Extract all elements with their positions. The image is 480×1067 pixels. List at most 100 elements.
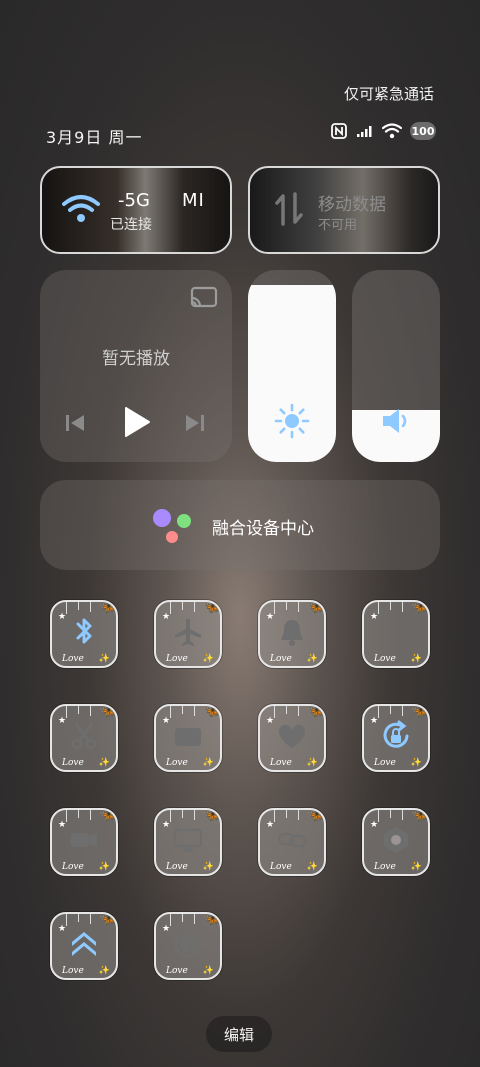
love-deco-text: Love <box>374 654 396 664</box>
butterfly-deco-icon: 🦋 <box>99 808 117 823</box>
star-deco-icon: ★ <box>162 612 171 622</box>
sparkle-deco-icon: ✨ <box>306 758 318 768</box>
toggle-tile-screen-record[interactable]: ★ 🦋 Love ✨ <box>154 704 222 772</box>
device-center-icon <box>153 509 191 543</box>
butterfly-deco-icon: 🦋 <box>411 600 429 615</box>
bluetooth-icon <box>76 618 92 644</box>
wifi-card[interactable]: -5G MI 已连接 <box>40 166 232 254</box>
device-center-card[interactable]: 融合设备中心 <box>40 480 440 570</box>
toggle-tile-video-camera[interactable]: ★ 🦋 Love ✨ <box>50 808 118 876</box>
brightness-slider[interactable] <box>248 270 336 462</box>
star-deco-icon: ★ <box>266 820 275 830</box>
toggle-tile-chevrons-up[interactable]: ★ 🦋 Love ✨ <box>50 912 118 980</box>
scissors-icon <box>71 723 97 750</box>
wifi-status: 已连接 <box>110 217 152 233</box>
edit-button[interactable]: 编辑 <box>206 1016 272 1052</box>
previous-track-icon[interactable] <box>64 412 86 434</box>
sparkle-deco-icon: ✨ <box>306 862 318 872</box>
love-deco-text: Love <box>62 862 84 872</box>
wifi-ssid-extra: MI <box>182 190 205 211</box>
hexagon-settings-icon <box>384 827 408 853</box>
love-deco-text: Love <box>166 758 188 768</box>
butterfly-deco-icon: 🦋 <box>411 808 429 823</box>
love-deco-text: Love <box>374 862 396 872</box>
star-deco-icon: ★ <box>266 612 275 622</box>
toggle-tile-bell[interactable]: ★ 🦋 Love ✨ <box>258 600 326 668</box>
toggle-tile-link[interactable]: ★ 🦋 Love ✨ <box>258 808 326 876</box>
wifi-ssid: -5G <box>118 190 150 211</box>
toggle-tile-hexagon-settings[interactable]: ★ 🦋 Love ✨ <box>362 808 430 876</box>
toggle-tile-rotation-lock[interactable]: ★ 🦋 Love ✨ <box>362 704 430 772</box>
sparkle-deco-icon: ✨ <box>98 758 110 768</box>
sparkle-deco-icon: ✨ <box>202 862 214 872</box>
butterfly-deco-icon: 🦋 <box>307 600 325 615</box>
star-deco-icon: ★ <box>58 716 67 726</box>
butterfly-deco-icon: 🦋 <box>99 912 117 927</box>
love-deco-text: Love <box>166 862 188 872</box>
mobile-data-title: 移动数据 <box>318 195 386 215</box>
sparkle-deco-icon: ✨ <box>410 758 422 768</box>
speaker-icon <box>383 409 407 433</box>
toggle-tile-screen-cast[interactable]: ★ 🦋 Love ✨ <box>154 808 222 876</box>
star-deco-icon: ★ <box>58 924 67 934</box>
chevrons-up-icon <box>72 932 96 956</box>
butterfly-deco-icon: 🦋 <box>307 704 325 719</box>
star-deco-icon: ★ <box>266 716 275 726</box>
play-icon[interactable] <box>122 406 152 438</box>
mobile-data-status: 不可用 <box>318 218 358 233</box>
sparkle-deco-icon: ✨ <box>98 862 110 872</box>
star-deco-icon: ★ <box>58 612 67 622</box>
now-playing-text: 暂无播放 <box>102 349 170 369</box>
sparkle-deco-icon: ✨ <box>98 966 110 976</box>
toggle-tile-dark-mode[interactable]: ★ 🦋 Love ✨ <box>154 912 222 980</box>
love-deco-text: Love <box>62 654 84 664</box>
date-text: 3月9日 周一 <box>46 128 143 147</box>
mobile-data-card[interactable]: 移动数据 不可用 <box>248 166 440 254</box>
video-camera-icon <box>71 833 97 847</box>
screen-cast-icon <box>173 828 203 852</box>
device-center-label: 融合设备中心 <box>212 519 314 539</box>
bell-icon <box>281 620 303 646</box>
status-icons: 100 <box>330 122 436 140</box>
butterfly-deco-icon: 🦋 <box>203 912 221 927</box>
sparkle-deco-icon: ✨ <box>410 862 422 872</box>
star-deco-icon: ★ <box>370 820 379 830</box>
star-deco-icon: ★ <box>162 716 171 726</box>
emergency-call-only-text: 仅可紧急通话 <box>343 85 434 103</box>
wifi-icon <box>62 195 100 222</box>
dark-mode-icon <box>174 930 202 958</box>
brightness-icon <box>274 403 310 439</box>
butterfly-deco-icon: 🦋 <box>203 704 221 719</box>
volume-slider[interactable] <box>352 270 440 462</box>
love-deco-text: Love <box>166 966 188 976</box>
toggle-tile-blank[interactable]: ★ 🦋 Love ✨ <box>362 600 430 668</box>
nfc-icon <box>331 123 347 139</box>
wifi-status-icon <box>382 123 402 139</box>
love-deco-text: Love <box>270 758 292 768</box>
mobile-data-icon <box>275 192 303 226</box>
toggle-tile-scissors[interactable]: ★ 🦋 Love ✨ <box>50 704 118 772</box>
love-deco-text: Love <box>62 966 84 976</box>
next-track-icon[interactable] <box>184 412 206 434</box>
toggle-tile-bluetooth[interactable]: ★ 🦋 Love ✨ <box>50 600 118 668</box>
sparkle-deco-icon: ✨ <box>410 654 422 664</box>
cast-icon[interactable] <box>190 286 218 310</box>
rotation-lock-icon <box>383 720 409 748</box>
butterfly-deco-icon: 🦋 <box>203 808 221 823</box>
link-icon <box>277 832 307 848</box>
love-deco-text: Love <box>270 654 292 664</box>
love-deco-text: Love <box>374 758 396 768</box>
love-deco-text: Love <box>270 862 292 872</box>
butterfly-deco-icon: 🦋 <box>99 600 117 615</box>
butterfly-deco-icon: 🦋 <box>307 808 325 823</box>
toggle-tile-airplane[interactable]: ★ 🦋 Love ✨ <box>154 600 222 668</box>
star-deco-icon: ★ <box>370 612 379 622</box>
sparkle-deco-icon: ✨ <box>98 654 110 664</box>
sparkle-deco-icon: ✨ <box>202 758 214 768</box>
signal-icon <box>357 126 372 137</box>
sparkle-deco-icon: ✨ <box>306 654 318 664</box>
heart-icon <box>279 724 305 748</box>
toggle-tile-heart[interactable]: ★ 🦋 Love ✨ <box>258 704 326 772</box>
star-deco-icon: ★ <box>162 924 171 934</box>
star-deco-icon: ★ <box>58 820 67 830</box>
